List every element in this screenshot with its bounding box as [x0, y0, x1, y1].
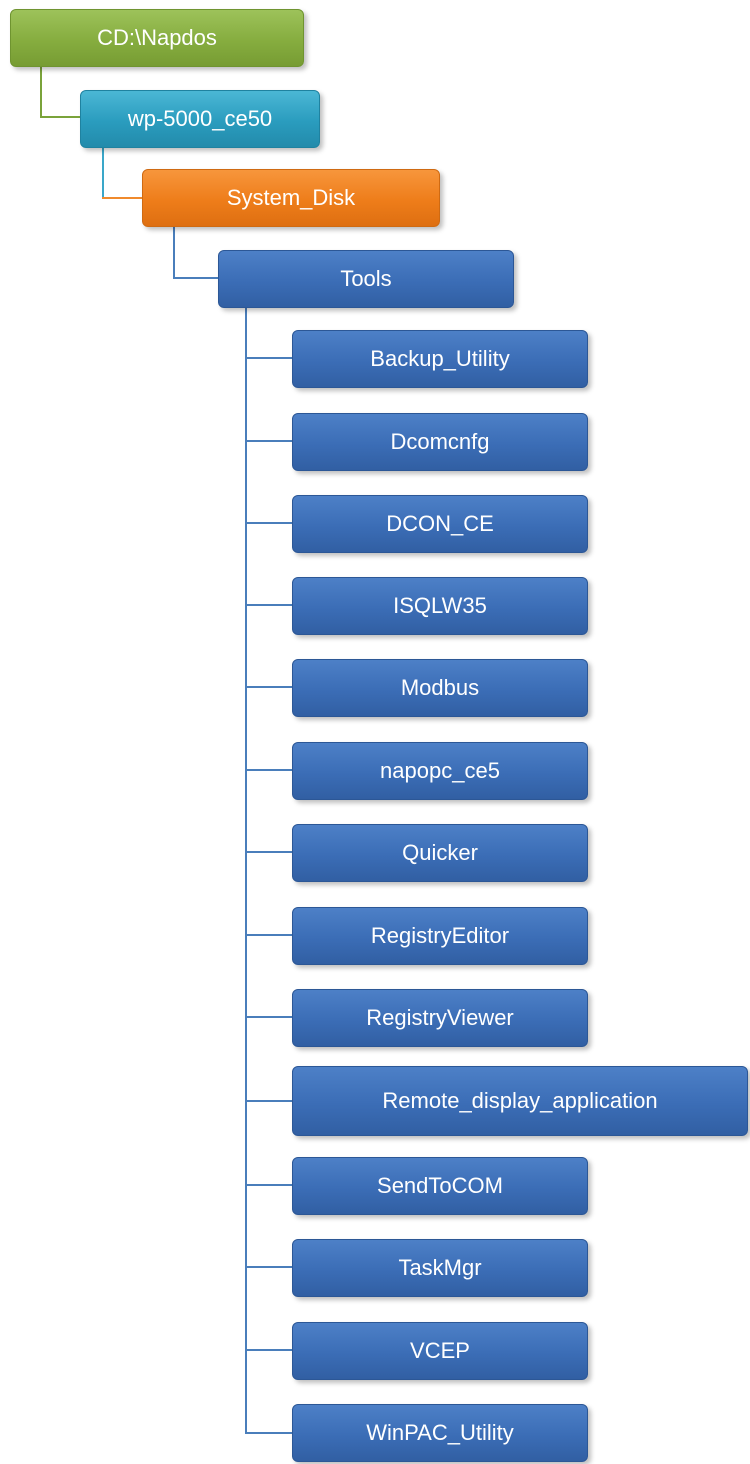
tool-node-remote-display-application[interactable]: Remote_display_application	[292, 1066, 748, 1136]
branch-connector	[245, 1349, 292, 1351]
folder-tree-diagram: CD:\Napdos wp-5000_ce50 System_Disk Tool…	[0, 0, 750, 1464]
branch-connector	[245, 1100, 292, 1102]
branch-connector	[245, 440, 292, 442]
connector-wp5000-systemdisk	[102, 146, 104, 199]
connector-systemdisk-tools	[173, 225, 175, 279]
branch-connector	[245, 769, 292, 771]
wp5000-folder-node[interactable]: wp-5000_ce50	[80, 90, 320, 148]
tool-node-vcep[interactable]: VCEP	[292, 1322, 588, 1380]
tool-node-backup-utility[interactable]: Backup_Utility	[292, 330, 588, 388]
tool-node-dcomcnfg[interactable]: Dcomcnfg	[292, 413, 588, 471]
tool-node-isqlw35[interactable]: ISQLW35	[292, 577, 588, 635]
root-folder-node[interactable]: CD:\Napdos	[10, 9, 304, 67]
tool-node-dcon-ce[interactable]: DCON_CE	[292, 495, 588, 553]
tool-node-winpac-utility[interactable]: WinPAC_Utility	[292, 1404, 588, 1462]
branch-connector	[245, 1184, 292, 1186]
branch-connector	[245, 1016, 292, 1018]
connector-wp5000-systemdisk-h	[102, 197, 142, 199]
branch-connector	[245, 1266, 292, 1268]
branch-connector	[245, 1432, 292, 1434]
branch-connector	[245, 522, 292, 524]
connector-systemdisk-tools-h	[173, 277, 218, 279]
tools-folder-node[interactable]: Tools	[218, 250, 514, 308]
connector-tools-trunk	[245, 306, 247, 1434]
branch-connector	[245, 604, 292, 606]
branch-connector	[245, 357, 292, 359]
system-disk-folder-node[interactable]: System_Disk	[142, 169, 440, 227]
branch-connector	[245, 934, 292, 936]
tool-node-send-to-com[interactable]: SendToCOM	[292, 1157, 588, 1215]
connector-root-wp5000-h	[40, 116, 80, 118]
tool-node-registry-viewer[interactable]: RegistryViewer	[292, 989, 588, 1047]
branch-connector	[245, 686, 292, 688]
connector-root-wp5000	[40, 67, 42, 118]
tool-node-modbus[interactable]: Modbus	[292, 659, 588, 717]
branch-connector	[245, 851, 292, 853]
tool-node-registry-editor[interactable]: RegistryEditor	[292, 907, 588, 965]
tool-node-task-mgr[interactable]: TaskMgr	[292, 1239, 588, 1297]
tool-node-napopc-ce5[interactable]: napopc_ce5	[292, 742, 588, 800]
tool-node-quicker[interactable]: Quicker	[292, 824, 588, 882]
